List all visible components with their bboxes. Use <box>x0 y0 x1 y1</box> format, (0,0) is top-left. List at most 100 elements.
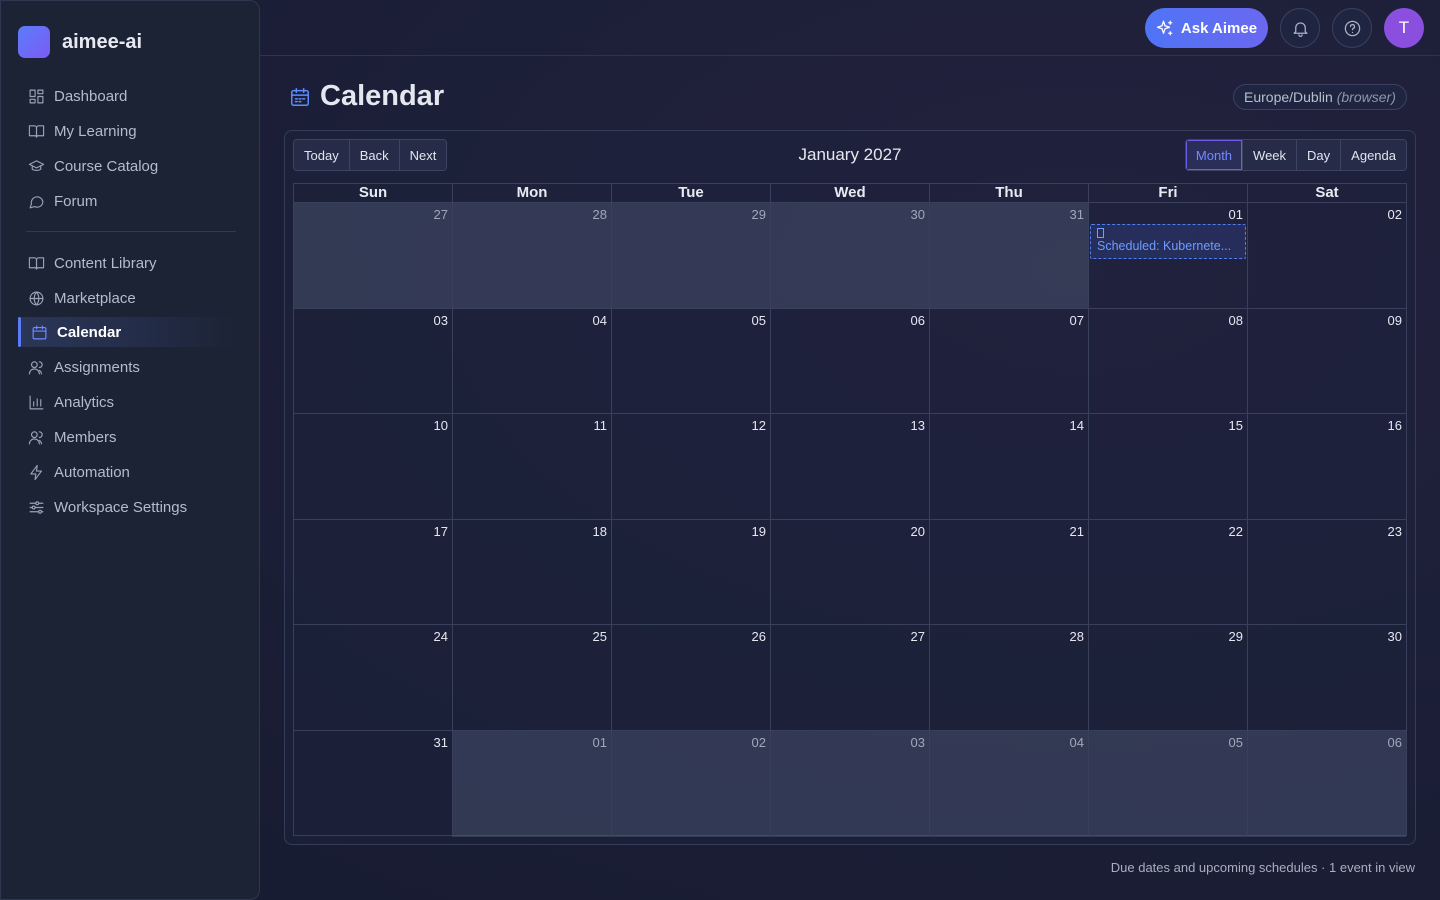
sidebar-item-calendar[interactable]: Calendar <box>18 317 236 347</box>
day-cell[interactable]: 25 <box>453 625 612 730</box>
day-cell[interactable]: 10 <box>294 414 453 519</box>
day-number[interactable]: 23 <box>1388 524 1402 539</box>
day-cell[interactable]: 16 <box>1248 414 1406 519</box>
day-cell[interactable]: 15 <box>1089 414 1248 519</box>
day-number[interactable]: 29 <box>1229 629 1243 644</box>
day-cell[interactable]: 31 <box>930 203 1089 308</box>
day-cell[interactable]: 12 <box>612 414 771 519</box>
day-cell[interactable]: 14 <box>930 414 1089 519</box>
day-cell[interactable]: 27 <box>294 203 453 308</box>
sidebar-item-assignments[interactable]: Assignments <box>18 352 236 382</box>
view-month-button[interactable]: Month <box>1185 140 1244 170</box>
notifications-button[interactable] <box>1280 8 1320 48</box>
day-cell[interactable]: 02 <box>612 730 771 837</box>
day-number[interactable]: 14 <box>1070 418 1084 433</box>
day-cell[interactable]: 03 <box>771 730 930 837</box>
sidebar-item-my-learning[interactable]: My Learning <box>18 116 236 146</box>
sidebar-item-workspace-settings[interactable]: Workspace Settings <box>18 492 236 522</box>
day-cell[interactable]: 28 <box>930 625 1089 730</box>
day-number[interactable]: 17 <box>434 524 448 539</box>
day-number[interactable]: 30 <box>1388 629 1402 644</box>
day-number[interactable]: 05 <box>1229 735 1243 750</box>
day-cell[interactable]: 09 <box>1248 309 1406 414</box>
day-number[interactable]: 28 <box>593 207 607 222</box>
day-number[interactable]: 21 <box>1070 524 1084 539</box>
day-number[interactable]: 06 <box>911 313 925 328</box>
day-number[interactable]: 03 <box>434 313 448 328</box>
day-number[interactable]: 15 <box>1229 418 1243 433</box>
day-cell[interactable]: 19 <box>612 519 771 625</box>
day-cell[interactable]: 13 <box>771 414 930 519</box>
day-number[interactable]: 20 <box>911 524 925 539</box>
day-number[interactable]: 31 <box>1070 207 1084 222</box>
day-number[interactable]: 06 <box>1388 735 1402 750</box>
view-day-button[interactable]: Day <box>1297 140 1342 170</box>
day-number[interactable]: 08 <box>1229 313 1243 328</box>
day-cell[interactable]: 07 <box>930 308 1089 414</box>
avatar[interactable]: T <box>1384 8 1424 48</box>
brand[interactable]: aimee-ai <box>18 26 142 58</box>
day-number[interactable]: 22 <box>1229 524 1243 539</box>
day-cell[interactable]: 05 <box>1089 730 1248 837</box>
day-cell[interactable]: 23 <box>1248 520 1406 625</box>
day-cell[interactable]: 22 <box>1089 519 1248 625</box>
sidebar-item-dashboard[interactable]: Dashboard <box>18 81 236 111</box>
sidebar-item-marketplace[interactable]: Marketplace <box>18 283 236 313</box>
day-cell[interactable]: 29 <box>1089 625 1248 730</box>
day-number[interactable]: 02 <box>752 735 766 750</box>
day-number[interactable]: 27 <box>434 207 448 222</box>
calendar-event[interactable]: Scheduled: Kubernete... <box>1090 224 1246 259</box>
day-number[interactable]: 26 <box>752 629 766 644</box>
day-number[interactable]: 04 <box>1070 735 1084 750</box>
day-cell[interactable]: 02 <box>1248 203 1406 308</box>
day-number[interactable]: 04 <box>593 313 607 328</box>
sidebar-item-forum[interactable]: Forum <box>18 186 236 216</box>
day-number[interactable]: 13 <box>911 418 925 433</box>
day-number[interactable]: 01 <box>1229 207 1243 222</box>
sidebar-item-automation[interactable]: Automation <box>18 457 236 487</box>
day-cell[interactable]: 29 <box>612 203 771 308</box>
day-cell[interactable]: 24 <box>294 625 453 730</box>
day-cell[interactable]: 17 <box>294 519 453 625</box>
day-number[interactable]: 11 <box>594 418 608 433</box>
day-cell[interactable]: 18 <box>453 519 612 625</box>
day-number[interactable]: 24 <box>434 629 448 644</box>
day-cell[interactable]: 04 <box>453 308 612 414</box>
day-number[interactable]: 28 <box>1070 629 1084 644</box>
day-cell[interactable]: 08 <box>1089 308 1248 414</box>
day-cell[interactable]: 05 <box>612 308 771 414</box>
sidebar-item-content-library[interactable]: Content Library <box>18 248 236 278</box>
day-cell[interactable]: 30 <box>771 203 930 308</box>
day-cell[interactable]: 01 <box>453 730 612 837</box>
day-number[interactable]: 12 <box>752 418 766 433</box>
day-cell[interactable]: 04 <box>930 730 1089 837</box>
day-cell[interactable]: 27 <box>771 625 930 730</box>
day-number[interactable]: 30 <box>911 207 925 222</box>
help-button[interactable] <box>1332 8 1372 48</box>
sidebar-item-members[interactable]: Members <box>18 422 236 452</box>
day-number[interactable]: 29 <box>752 207 766 222</box>
day-number[interactable]: 01 <box>593 735 607 750</box>
day-number[interactable]: 18 <box>593 524 607 539</box>
view-agenda-button[interactable]: Agenda <box>1341 140 1406 170</box>
day-cell[interactable]: 03 <box>294 308 453 414</box>
day-number[interactable]: 19 <box>752 524 766 539</box>
day-number[interactable]: 05 <box>752 313 766 328</box>
day-number[interactable]: 10 <box>434 418 448 433</box>
day-cell[interactable]: 31 <box>294 730 453 837</box>
day-number[interactable]: 07 <box>1070 313 1084 328</box>
day-cell[interactable]: 20 <box>771 519 930 625</box>
day-number[interactable]: 25 <box>593 629 607 644</box>
view-week-button[interactable]: Week <box>1243 140 1298 170</box>
day-cell[interactable]: 06 <box>771 308 930 414</box>
day-cell[interactable]: 01 Scheduled: Kubernete... <box>1089 203 1248 308</box>
day-number[interactable]: 16 <box>1388 418 1402 433</box>
day-number[interactable]: 31 <box>434 735 448 750</box>
day-cell[interactable]: 11 <box>453 414 612 519</box>
day-cell[interactable]: 26 <box>612 625 771 730</box>
day-number[interactable]: 02 <box>1388 207 1402 222</box>
day-number[interactable]: 09 <box>1388 313 1402 328</box>
day-cell[interactable]: 30 <box>1248 625 1406 730</box>
day-number[interactable]: 27 <box>911 629 925 644</box>
sidebar-item-analytics[interactable]: Analytics <box>18 387 236 417</box>
